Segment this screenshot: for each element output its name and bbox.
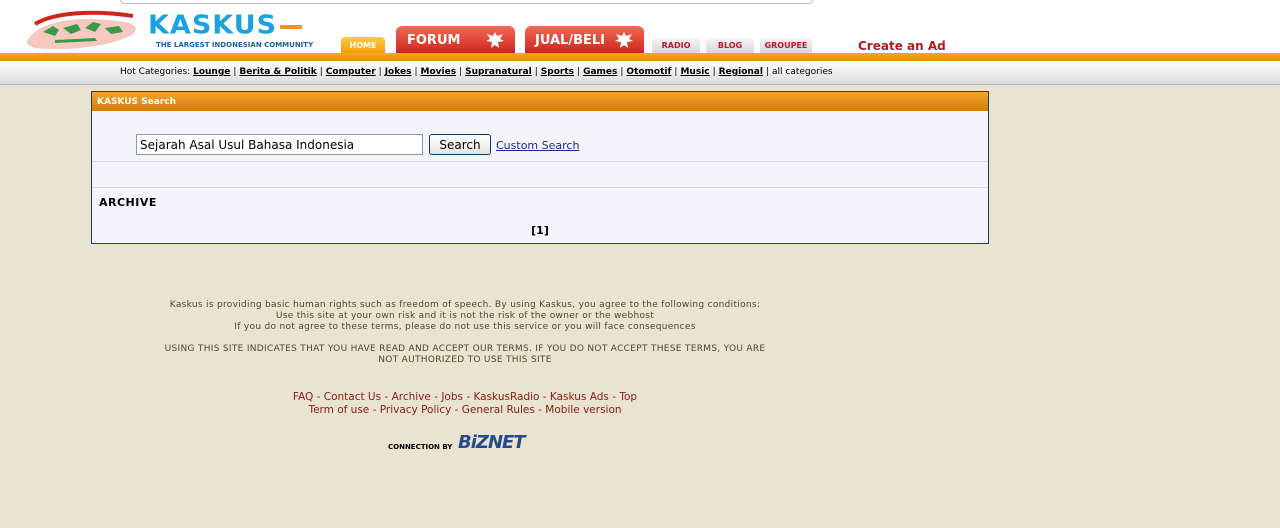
footer-link-faq[interactable]: FAQ xyxy=(293,391,313,403)
disclaimer-line: If you do not agree to these terms, plea… xyxy=(234,322,696,332)
search-button[interactable]: Search xyxy=(429,134,491,155)
footer-link-kaskus-ads[interactable]: Kaskus Ads xyxy=(550,391,609,403)
category-link-computer[interactable]: Computer xyxy=(326,67,376,77)
custom-search-link[interactable]: Custom Search xyxy=(496,139,579,152)
category-link-sports[interactable]: Sports xyxy=(541,67,574,77)
tab-jual-beli-label: JUAL/BELI xyxy=(535,33,605,48)
create-ad-link[interactable]: Create an Ad xyxy=(858,39,946,53)
terms-line: NOT AUTHORIZED TO USE THIS SITE xyxy=(378,355,552,365)
footer-links-row: FAQ - Contact Us - Archive - Jobs - Kask… xyxy=(292,391,638,403)
tab-forum[interactable]: FORUM xyxy=(396,26,515,53)
category-link-music[interactable]: Music xyxy=(680,67,709,77)
tab-forum-label: FORUM xyxy=(407,33,461,48)
site-header: KASKUS THE LARGEST INDONESIAN COMMUNITY … xyxy=(0,0,1280,53)
footer-link-contact-us[interactable]: Contact Us xyxy=(324,391,381,403)
category-link-games[interactable]: Games xyxy=(583,67,617,77)
tab-radio[interactable]: RADIO xyxy=(652,38,700,53)
footer-link-mobile-version[interactable]: Mobile version xyxy=(545,404,621,416)
panel-title: KASKUS Search xyxy=(92,92,988,112)
logo-wordmark-text: KASKUS xyxy=(148,10,278,41)
all-categories-link[interactable]: all categories xyxy=(772,67,833,77)
footer-links: FAQ - Contact Us - Archive - Jobs - Kask… xyxy=(120,391,810,417)
indonesia-map-logo-icon[interactable] xyxy=(25,8,140,52)
pager[interactable]: [1] xyxy=(92,224,988,237)
tab-groupee[interactable]: GROUPEE xyxy=(760,38,812,53)
disclaimer-line: Kaskus is providing basic human rights s… xyxy=(169,300,761,310)
biznet-sponsor[interactable]: CONNECTION BY BiZNET xyxy=(388,430,548,454)
search-row: Search Custom Search xyxy=(92,112,988,162)
connection-by-label: CONNECTION BY xyxy=(388,443,453,451)
logo-tagline: THE LARGEST INDONESIAN COMMUNITY xyxy=(156,41,314,49)
category-link-berita-politik[interactable]: Berita & Politik xyxy=(239,67,316,77)
kaskus-logo[interactable]: KASKUS THE LARGEST INDONESIAN COMMUNITY xyxy=(148,10,313,52)
category-link-regional[interactable]: Regional xyxy=(719,67,763,77)
footer-link-term-of-use[interactable]: Term of use xyxy=(308,404,369,416)
category-link-otomotif[interactable]: Otomotif xyxy=(626,67,671,77)
tab-home[interactable]: HOME xyxy=(341,37,385,53)
tab-jual-beli[interactable]: JUAL/BELI xyxy=(525,26,644,53)
footer-link-privacy-policy[interactable]: Privacy Policy xyxy=(380,404,452,416)
top-toolbar-edge xyxy=(120,0,813,4)
category-link-supranatural[interactable]: Supranatural xyxy=(465,67,532,77)
garuda-icon xyxy=(486,32,504,48)
category-link-jokes[interactable]: Jokes xyxy=(385,67,412,77)
hot-categories: Hot Categories: Lounge | Berita & Politik |… xyxy=(120,67,833,77)
footer-link-kaskusradio[interactable]: KaskusRadio xyxy=(473,391,539,403)
category-link-movies[interactable]: Movies xyxy=(421,67,457,77)
terms-line: USING THIS SITE INDICATES THAT YOU HAVE … xyxy=(164,344,766,354)
footer-link-archive[interactable]: Archive xyxy=(392,391,431,403)
disclaimer-line: Use this site at your own risk and it is… xyxy=(275,311,655,321)
hot-categories-bar: Hot Categories: Lounge | Berita & Politik |… xyxy=(0,61,1280,85)
garuda-icon xyxy=(615,32,633,48)
kaskus-search-panel: KASKUS Search Search Custom Search ARCHI… xyxy=(91,91,989,244)
footer-disclaimer: Kaskus is providing basic human rights s… xyxy=(120,300,810,366)
biznet-logo: BiZNET xyxy=(458,432,526,453)
tab-blog[interactable]: BLOG xyxy=(706,38,754,53)
footer-link-general-rules[interactable]: General Rules xyxy=(462,404,535,416)
archive-heading: ARCHIVE xyxy=(99,196,157,209)
search-input[interactable] xyxy=(136,134,423,155)
footer-links-row: Term of use - Privacy Policy - General R… xyxy=(308,404,622,416)
header-orange-bar xyxy=(0,53,1280,61)
logo-dash xyxy=(280,25,302,29)
footer-link-top[interactable]: Top xyxy=(619,391,637,403)
category-link-lounge[interactable]: Lounge xyxy=(193,67,230,77)
results-blank-row xyxy=(92,163,988,188)
hot-categories-label: Hot Categories: xyxy=(120,67,191,77)
footer-link-jobs[interactable]: Jobs xyxy=(441,391,463,403)
